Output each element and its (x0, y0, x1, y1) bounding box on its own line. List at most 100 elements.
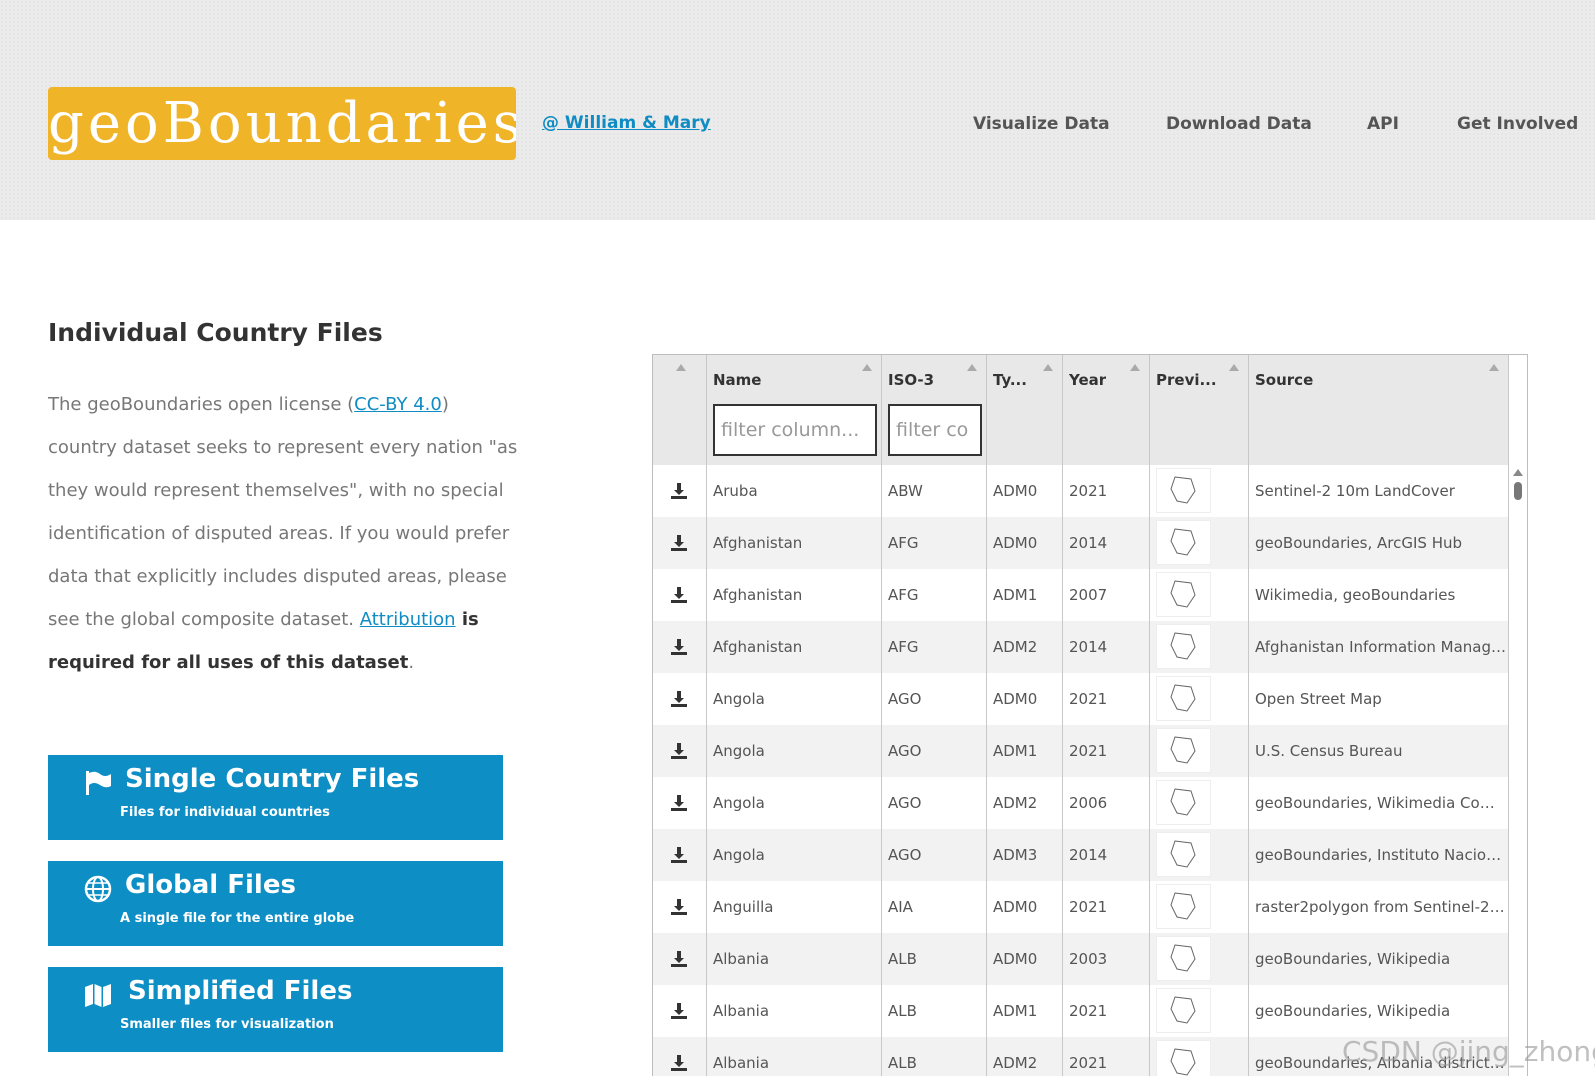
intro-text-end: . (408, 652, 415, 673)
simplified-files-card[interactable]: Simplified Files Smaller files for visua… (48, 967, 503, 1052)
iso-filter-input[interactable] (888, 404, 982, 456)
boundary-preview-thumbnail (1156, 676, 1211, 721)
download-cell[interactable] (653, 777, 707, 829)
name-cell: Afghanistan (707, 621, 882, 673)
download-icon[interactable] (670, 534, 688, 552)
iso-cell: ABW (882, 465, 987, 517)
nav-visualize-data[interactable]: Visualize Data (973, 114, 1110, 134)
table-row[interactable]: Angola AGO ADM0 2021 Open Street Map (653, 673, 1509, 725)
year-cell: 2014 (1063, 829, 1150, 881)
iso-cell: AGO (882, 725, 987, 777)
type-cell: ADM0 (987, 933, 1063, 985)
table-row[interactable]: Afghanistan AFG ADM1 2007 Wikimedia, geoBoun… (653, 569, 1509, 621)
col-source[interactable]: Source (1249, 355, 1509, 465)
table-row[interactable]: Anguilla AIA ADM0 2021 raster2polygon from S… (653, 881, 1509, 933)
name-cell: Albania (707, 1037, 882, 1076)
download-cell[interactable] (653, 465, 707, 517)
source-cell: U.S. Census Bureau (1249, 725, 1509, 777)
nav-download-data[interactable]: Download Data (1166, 114, 1312, 134)
license-link[interactable]: CC-BY 4.0 (354, 394, 442, 415)
table-row[interactable]: Afghanistan AFG ADM0 2014 geoBoundaries, Arc… (653, 517, 1509, 569)
source-cell: Afghanistan Information Managem... (1249, 621, 1509, 673)
col-year[interactable]: Year (1063, 355, 1150, 465)
source-cell: Open Street Map (1249, 673, 1509, 725)
preview-cell (1150, 1037, 1249, 1076)
boundary-preview-thumbnail (1156, 780, 1211, 825)
iso-cell: ALB (882, 985, 987, 1037)
affiliation-link[interactable]: @ William & Mary (542, 113, 711, 133)
name-filter-input[interactable] (713, 404, 877, 456)
year-cell: 2014 (1063, 517, 1150, 569)
download-icon[interactable] (670, 846, 688, 864)
preview-cell (1150, 517, 1249, 569)
download-cell[interactable] (653, 569, 707, 621)
site-logo[interactable]: geoBoundaries (48, 87, 516, 160)
single-country-files-card[interactable]: Single Country Files Files for individua… (48, 755, 503, 840)
col-iso3[interactable]: ISO-3 (882, 355, 987, 465)
name-cell: Aruba (707, 465, 882, 517)
download-icon[interactable] (670, 482, 688, 500)
table-scrollbar[interactable] (1509, 465, 1527, 1076)
download-icon[interactable] (670, 898, 688, 916)
iso-cell: AFG (882, 621, 987, 673)
preview-cell (1150, 933, 1249, 985)
download-cell[interactable] (653, 673, 707, 725)
year-cell: 2021 (1063, 1037, 1150, 1076)
attribution-link[interactable]: Attribution (360, 609, 456, 630)
nav-api[interactable]: API (1367, 114, 1399, 134)
col-preview[interactable]: Previ... (1150, 355, 1249, 465)
scrollbar-thumb[interactable] (1514, 482, 1522, 500)
source-cell: Sentinel-2 10m LandCover (1249, 465, 1509, 517)
map-icon (85, 984, 111, 1007)
download-cell[interactable] (653, 621, 707, 673)
nav-get-involved[interactable]: Get Involved (1457, 114, 1578, 134)
sort-arrow-icon (676, 364, 686, 371)
col-type[interactable]: Ty... (987, 355, 1063, 465)
download-icon[interactable] (670, 1054, 688, 1072)
download-cell[interactable] (653, 725, 707, 777)
scroll-up-icon[interactable] (1513, 469, 1523, 476)
download-cell[interactable] (653, 517, 707, 569)
name-cell: Albania (707, 933, 882, 985)
iso-cell: AGO (882, 673, 987, 725)
download-cell[interactable] (653, 933, 707, 985)
global-files-card[interactable]: Global Files A single file for the entir… (48, 861, 503, 946)
year-cell: 2021 (1063, 465, 1150, 517)
table-row[interactable]: Angola AGO ADM2 2006 geoBoundaries, Wikimedi… (653, 777, 1509, 829)
download-icon[interactable] (670, 1002, 688, 1020)
download-cell[interactable] (653, 1037, 707, 1076)
table-row[interactable]: Angola AGO ADM1 2021 U.S. Census Bureau (653, 725, 1509, 777)
download-cell[interactable] (653, 829, 707, 881)
source-cell: geoBoundaries, Wikimedia Commo... (1249, 777, 1509, 829)
iso-cell: ALB (882, 933, 987, 985)
sort-arrow-icon (1043, 364, 1053, 371)
table-row[interactable]: Albania ALB ADM0 2003 geoBoundaries, Wikiped… (653, 933, 1509, 985)
download-icon[interactable] (670, 950, 688, 968)
download-icon[interactable] (670, 638, 688, 656)
boundary-preview-thumbnail (1156, 1040, 1211, 1076)
table-body: Aruba ABW ADM0 2021 Sentinel-2 10m LandCover… (653, 465, 1509, 1076)
table-row[interactable]: Albania ALB ADM1 2021 geoBoundaries, Wikiped… (653, 985, 1509, 1037)
download-cell[interactable] (653, 985, 707, 1037)
col-name[interactable]: Name (707, 355, 882, 465)
download-icon[interactable] (670, 586, 688, 604)
type-cell: ADM3 (987, 829, 1063, 881)
table-row[interactable]: Aruba ABW ADM0 2021 Sentinel-2 10m LandCover (653, 465, 1509, 517)
table-row[interactable]: Afghanistan AFG ADM2 2014 Afghanistan Inform… (653, 621, 1509, 673)
intro-paragraph: The geoBoundaries open license (CC-BY 4.… (48, 383, 518, 684)
col-name-label: Name (713, 371, 762, 389)
download-icon[interactable] (670, 742, 688, 760)
section-title: Individual Country Files (48, 318, 383, 347)
name-cell: Angola (707, 673, 882, 725)
iso-cell: AFG (882, 517, 987, 569)
table-row[interactable]: Angola AGO ADM3 2014 geoBoundaries, Institut… (653, 829, 1509, 881)
download-icon[interactable] (670, 794, 688, 812)
card-title: Single Country Files (125, 764, 420, 794)
col-download[interactable] (653, 355, 707, 465)
source-cell: geoBoundaries, Wikipedia (1249, 985, 1509, 1037)
download-cell[interactable] (653, 881, 707, 933)
download-icon[interactable] (670, 690, 688, 708)
boundary-preview-thumbnail (1156, 572, 1211, 617)
boundary-preview-thumbnail (1156, 520, 1211, 565)
col-preview-label: Previ... (1156, 371, 1217, 389)
